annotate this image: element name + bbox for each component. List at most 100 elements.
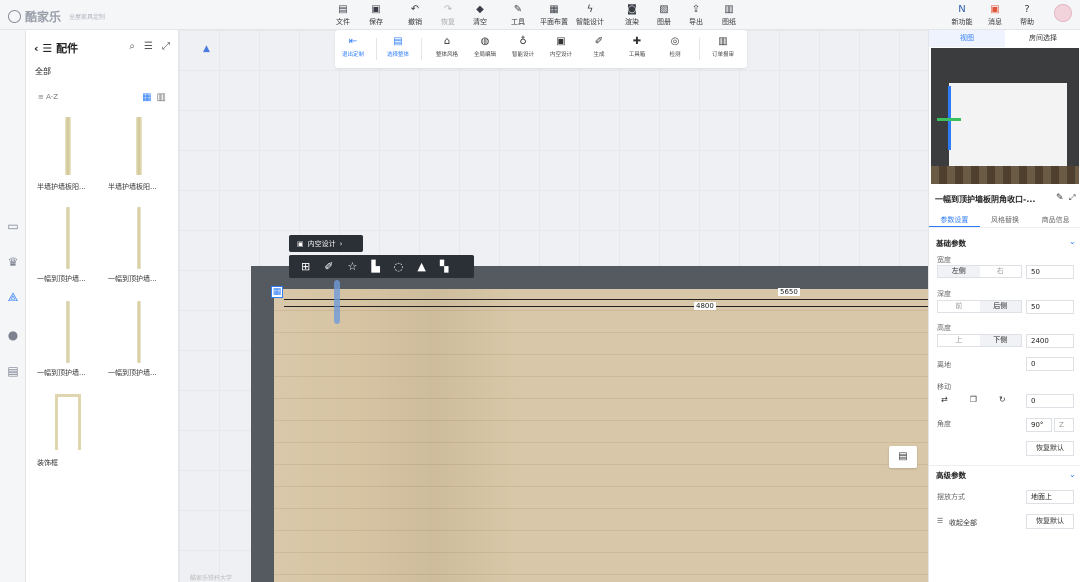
star-icon[interactable]: ☆ — [347, 260, 357, 273]
height-input[interactable]: 2400 — [1026, 334, 1074, 348]
clear-button[interactable]: ◆ 清空 — [464, 3, 496, 27]
edit-icon[interactable]: ✎ — [1056, 193, 1064, 203]
toolbox-button[interactable]: ✚ 工具箱 — [619, 36, 655, 58]
order-review-button[interactable]: ▥ 订单报审 — [705, 36, 741, 58]
height-anchor[interactable]: 上下侧 — [937, 334, 1022, 347]
trash-icon[interactable]: ▙ — [371, 260, 379, 273]
list-item[interactable]: 一幅到顶护墙... — [35, 202, 101, 294]
smart-design-tool-button[interactable]: ♁ 智能设计 — [505, 36, 541, 58]
crown-nav-icon[interactable]: ♛ — [5, 254, 21, 270]
tab-params[interactable]: 参数设置 — [929, 212, 980, 227]
save-icon: ▣ — [371, 3, 381, 15]
panel-title: 配件 — [56, 42, 79, 55]
expand-icon[interactable]: ⤢ — [162, 41, 170, 52]
section-divider — [929, 465, 1080, 466]
global-edit-button[interactable]: ◍ 全局编辑 — [467, 36, 503, 58]
tab-product[interactable]: 商品信息 — [1030, 212, 1080, 227]
angle-axis-select[interactable]: Z — [1054, 418, 1074, 432]
list-item[interactable]: 一幅到顶护墙... — [35, 296, 101, 388]
rotate-icon[interactable]: ↻ — [999, 395, 1006, 404]
elevation-input[interactable]: 0 — [1026, 357, 1074, 371]
expand-icon[interactable]: ⤢ — [1069, 193, 1075, 203]
cabinet-nav-icon[interactable]: ▭ — [5, 218, 21, 234]
check-button[interactable]: ◎ 检测 — [657, 36, 693, 58]
width-anchor[interactable]: 左侧右 — [937, 265, 1022, 278]
render-button[interactable]: ◙ 渲染 — [616, 3, 648, 27]
selection-handle-icon[interactable]: ▦ — [271, 286, 283, 298]
filter-icon[interactable]: ☰ — [144, 41, 153, 52]
item-thumbnail — [106, 296, 172, 368]
redo-button[interactable]: ↷ 恢复 — [432, 3, 464, 27]
avatar[interactable] — [1054, 4, 1072, 22]
export-button[interactable]: ⇪ 导出 — [680, 3, 712, 27]
generate-button[interactable]: ✐ 生成 — [581, 36, 617, 58]
message-button[interactable]: ▣ 消息 — [979, 3, 1011, 27]
layout-icon: ▦ — [549, 3, 559, 15]
reset-default-button[interactable]: 恢复默认 — [1026, 441, 1074, 456]
panel-tools: ⌕ ☰ ⤢ — [129, 41, 170, 52]
layout-button[interactable]: ▦ 平面布置 — [537, 3, 571, 27]
tab-room-select[interactable]: 房间选择 — [1005, 30, 1080, 47]
room-floor[interactable] — [274, 289, 928, 582]
placement-select[interactable]: 地面上 — [1026, 490, 1074, 504]
logo-icon — [8, 10, 21, 23]
drawing-icon: ▥ — [724, 3, 734, 15]
search-icon[interactable]: ⌕ — [129, 41, 135, 52]
chevron-down-icon[interactable]: ⌄ — [1069, 470, 1076, 479]
depth-input[interactable]: 50 — [1026, 300, 1074, 314]
tab-view[interactable]: 视图 — [929, 30, 1005, 47]
placement-label: 摆放方式 — [937, 493, 965, 501]
chevron-down-icon[interactable]: ⌄ — [1069, 237, 1076, 246]
select-all-button[interactable]: ▤ 选择整体 — [380, 36, 416, 58]
storage-nav-icon[interactable]: ▤ — [5, 363, 21, 379]
tools-button[interactable]: ✎ 工具 — [502, 3, 534, 27]
hide-icon[interactable]: ◌ — [394, 260, 404, 273]
drawing-button[interactable]: ▥ 图纸 — [713, 3, 745, 27]
angle-input[interactable]: 90° — [1026, 418, 1052, 432]
wrench-icon: ✎ — [513, 3, 523, 15]
move-input[interactable]: 0 — [1026, 394, 1074, 408]
item-thumbnail — [35, 202, 101, 274]
save-button[interactable]: ▣ 保存 — [360, 3, 392, 27]
help-button[interactable]: ? 帮助 — [1011, 3, 1043, 27]
help-icon: ? — [1024, 3, 1030, 15]
exit-custom-button[interactable]: ⇤ 退出定制 — [335, 36, 371, 58]
basic-section-title: 基础参数 — [936, 239, 966, 248]
copy-icon[interactable]: ❐ — [970, 395, 977, 404]
tab-style[interactable]: 风格替换 — [980, 212, 1031, 227]
material-icon[interactable]: ▚ — [440, 260, 448, 273]
list-item[interactable]: 半墙护墙板阳... — [106, 110, 172, 202]
reset-default-button-2[interactable]: 恢复默认 — [1026, 514, 1074, 529]
lock-icon[interactable]: ▲ — [417, 260, 425, 273]
user-nav-icon[interactable]: ● — [5, 327, 21, 343]
view-3d-panel: 视图 房间选择 — [928, 30, 1080, 185]
inner-space-chip[interactable]: ▣ 内空设计 › — [289, 235, 363, 252]
list-view-icon[interactable]: ▥ — [157, 92, 166, 103]
file-button[interactable]: ▤ 文件 — [327, 3, 359, 27]
depth-anchor[interactable]: 前后侧 — [937, 300, 1022, 313]
object-action-bar: ⊞ ✐ ☆ ▙ ◌ ▲ ▚ — [289, 255, 474, 278]
mirror-icon[interactable]: ⇄ — [941, 395, 948, 404]
list-item[interactable]: 一幅到顶护墙... — [106, 296, 172, 388]
list-item[interactable]: 装饰框 — [35, 386, 101, 478]
accessories-nav-icon[interactable]: ⟁ — [5, 289, 21, 305]
add-icon[interactable]: ⊞ — [301, 260, 310, 273]
new-feature-button[interactable]: N 新功能 — [946, 3, 978, 27]
collapse-all-link[interactable]: 收起全部 — [949, 518, 977, 528]
smart-design-button[interactable]: ϟ 智能设计 — [573, 3, 607, 27]
advanced-section-title: 高级参数 — [936, 471, 966, 480]
category-all[interactable]: 全部 — [35, 66, 51, 77]
list-item[interactable]: 一幅到顶护墙... — [106, 202, 172, 294]
clipboard-icon[interactable]: ▤ — [889, 446, 917, 468]
3d-preview[interactable] — [931, 48, 1079, 184]
brush-icon: ⌂ — [443, 36, 451, 47]
inner-space-button[interactable]: ▣ 内空设计 — [543, 36, 579, 58]
list-item[interactable]: 半墙护墙板阳... — [35, 110, 101, 202]
brush-icon[interactable]: ✐ — [324, 260, 333, 273]
gallery-button[interactable]: ▨ 图册 — [648, 3, 680, 27]
grid-view-icon[interactable]: ▦ — [142, 92, 151, 103]
width-input[interactable]: 50 — [1026, 265, 1074, 279]
sort-toggle[interactable]: ≡ A-Z — [38, 93, 58, 101]
style-button[interactable]: ⌂ 整体风格 — [429, 36, 465, 58]
undo-button[interactable]: ↶ 撤销 — [399, 3, 431, 27]
